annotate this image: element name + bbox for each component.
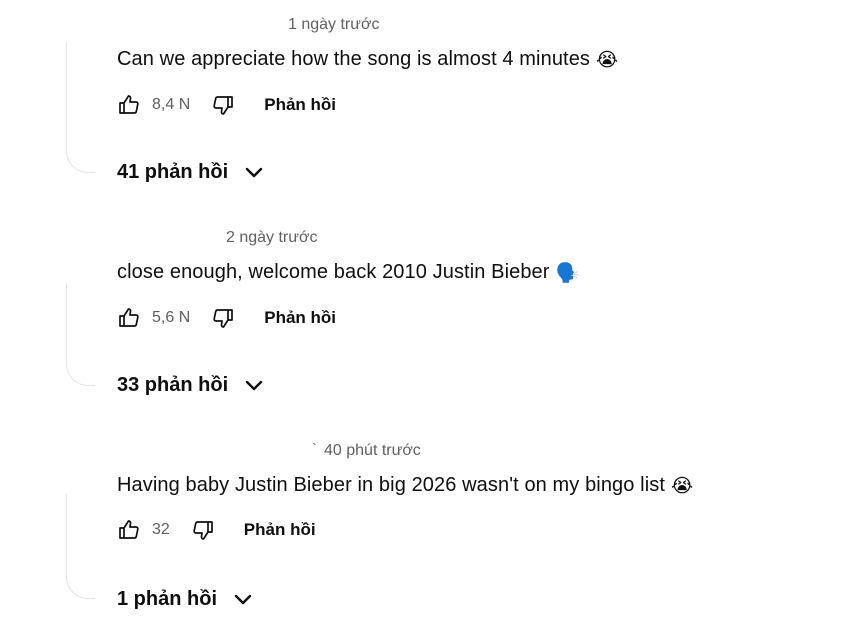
replies-count-label: 1 phản hồi — [117, 587, 217, 610]
like-count: 8,4 N — [152, 96, 191, 113]
comment-body: Having baby Justin Bieber in big 2026 wa… — [117, 474, 666, 496]
loudly-crying-emoji: 😭 — [596, 50, 619, 71]
thumbs-down-icon — [213, 309, 234, 328]
thumbs-up-icon — [119, 520, 139, 539]
dislike-button[interactable] — [210, 92, 236, 118]
comment-actions: 32 Phản hồi — [116, 516, 316, 544]
like-button[interactable] — [116, 92, 142, 118]
comment-text: Having baby Justin Bieber in big 2026 wa… — [117, 474, 693, 498]
comment-text: Can we appreciate how the song is almost… — [117, 48, 618, 72]
loudly-crying-emoji: 😭 — [671, 476, 694, 497]
comment-timestamp: 2 ngày trước — [226, 229, 318, 246]
comment-actions: 8,4 N Phản hồi — [116, 91, 336, 119]
speaking-head-emoji: 🗣️ — [555, 263, 580, 284]
thumbs-down-icon — [213, 96, 234, 115]
thumbs-up-icon — [119, 308, 139, 327]
replies-count-label: 33 phản hồi — [117, 373, 229, 396]
chevron-down-icon — [231, 587, 255, 611]
stray-mark: ` — [312, 440, 317, 456]
reply-button[interactable]: Phản hồi — [244, 520, 316, 540]
dislike-button[interactable] — [210, 305, 236, 331]
reply-button[interactable]: Phản hồi — [264, 95, 336, 115]
comment-text: close enough, welcome back 2010 Justin B… — [117, 261, 579, 285]
thread-line — [66, 494, 95, 599]
comment-actions: 5,6 N Phản hồi — [116, 304, 336, 332]
reply-button[interactable]: Phản hồi — [264, 308, 336, 328]
replies-count-label: 41 phản hồi — [117, 160, 229, 183]
comment-timestamp: 1 ngày trước — [288, 16, 380, 33]
comment-body: Can we appreciate how the song is almost… — [117, 48, 591, 70]
thumbs-up-icon — [119, 95, 139, 114]
thread-line — [66, 283, 95, 386]
view-replies-button[interactable]: 1 phản hồi — [117, 587, 255, 611]
like-count: 5,6 N — [152, 309, 191, 326]
thumbs-down-icon — [193, 521, 213, 540]
dislike-button[interactable] — [190, 517, 216, 543]
comment-body: close enough, welcome back 2010 Justin B… — [117, 261, 550, 283]
chevron-down-icon — [242, 160, 266, 184]
view-replies-button[interactable]: 33 phản hồi — [117, 373, 266, 397]
like-button[interactable] — [116, 517, 142, 543]
comment-timestamp: 40 phút trước — [324, 442, 421, 459]
like-button[interactable] — [116, 305, 142, 331]
thread-line — [66, 42, 95, 173]
like-count: 32 — [152, 521, 170, 538]
view-replies-button[interactable]: 41 phản hồi — [117, 160, 266, 184]
chevron-down-icon — [242, 373, 266, 397]
